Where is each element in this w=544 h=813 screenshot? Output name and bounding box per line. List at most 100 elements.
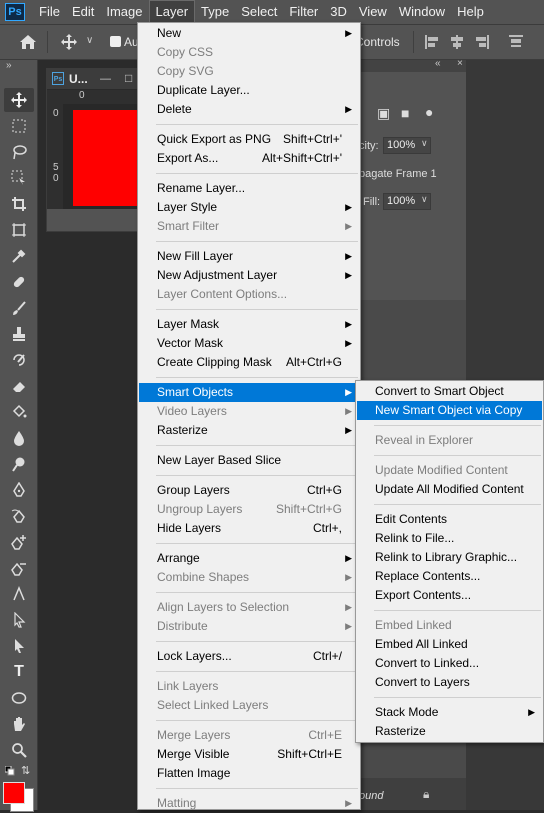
layer-menu-item-hide-layers[interactable]: Hide Layers Ctrl+, xyxy=(139,519,359,538)
path-selection-tool-icon[interactable] xyxy=(8,610,30,630)
layer-menu-item-group-layers[interactable]: Group Layers Ctrl+G xyxy=(139,481,359,500)
home-icon[interactable] xyxy=(19,34,37,50)
dodge-tool-icon[interactable] xyxy=(8,454,30,474)
layer-menu-item-rename-layer[interactable]: Rename Layer... xyxy=(139,179,359,198)
brush-tool-icon[interactable] xyxy=(8,298,30,318)
default-colors-icon[interactable] xyxy=(5,766,15,776)
layer-menu-item-new-layer-based-slice[interactable]: New Layer Based Slice xyxy=(139,451,359,470)
align-right-icon[interactable] xyxy=(474,34,490,50)
smart-objects-item-update-all-modified-content[interactable]: Update All Modified Content xyxy=(357,480,542,499)
clone-stamp-tool-icon[interactable] xyxy=(8,324,30,344)
type-tool-icon[interactable]: T xyxy=(8,662,30,682)
layer-menu-item-rasterize[interactable]: Rasterize ▶ xyxy=(139,421,359,440)
auto-select-checkbox[interactable] xyxy=(110,36,121,47)
lasso-tool-icon[interactable] xyxy=(8,142,30,162)
layer-menu-item-new-adjustment-layer[interactable]: New Adjustment Layer ▶ xyxy=(139,266,359,285)
chevron-down-icon[interactable]: ∨ xyxy=(421,194,428,205)
menu-3d[interactable]: 3D xyxy=(324,0,353,24)
layer-menu-item-vector-mask[interactable]: Vector Mask ▶ xyxy=(139,334,359,353)
menu-select[interactable]: Select xyxy=(235,0,283,24)
menu-item-shortcut: Ctrl+E xyxy=(308,728,342,742)
align-left-icon[interactable] xyxy=(424,34,440,50)
layer-menu-item-smart-objects[interactable]: Smart Objects ▶ xyxy=(139,383,359,402)
layer-filter-icon[interactable]: ▣ xyxy=(377,105,390,122)
layer-menu-item-merge-visible[interactable]: Merge Visible Shift+Ctrl+E xyxy=(139,745,359,764)
delete-anchor-point-tool-icon[interactable] xyxy=(8,558,30,578)
layer-menu-item-new-fill-layer[interactable]: New Fill Layer ▶ xyxy=(139,247,359,266)
paint-bucket-tool-icon[interactable] xyxy=(8,402,30,422)
layer-menu-item-layer-mask[interactable]: Layer Mask ▶ xyxy=(139,315,359,334)
background-layer-row[interactable]: ound 🔒︎ xyxy=(355,778,466,810)
menu-edit[interactable]: Edit xyxy=(66,0,100,24)
hand-tool-icon[interactable] xyxy=(8,714,30,734)
menu-window[interactable]: Window xyxy=(393,0,451,24)
smart-objects-item-rasterize[interactable]: Rasterize xyxy=(357,722,542,741)
smart-objects-item-convert-to-smart-object[interactable]: Convert to Smart Object xyxy=(357,382,542,401)
freeform-pen-tool-icon[interactable] xyxy=(8,506,30,526)
layer-menu-item-arrange[interactable]: Arrange ▶ xyxy=(139,549,359,568)
smart-filter-icon[interactable]: ● xyxy=(425,104,433,120)
layer-menu-item-create-clipping-mask[interactable]: Create Clipping Mask Alt+Ctrl+G xyxy=(139,353,359,372)
smart-objects-item-new-smart-object-via-copy[interactable]: New Smart Object via Copy xyxy=(357,401,542,420)
layer-menu-item-quick-export-as-png[interactable]: Quick Export as PNG Shift+Ctrl+' xyxy=(139,130,359,149)
chevron-down-icon[interactable]: ∨ xyxy=(86,35,93,46)
close-panel-icon[interactable]: × xyxy=(457,58,463,69)
minimize-icon[interactable]: — xyxy=(100,73,111,85)
move-tool-icon[interactable] xyxy=(60,33,78,51)
align-top-icon[interactable] xyxy=(508,34,524,50)
foreground-color-swatch[interactable] xyxy=(3,782,25,804)
align-center-icon[interactable] xyxy=(449,34,465,50)
chevron-down-icon[interactable]: ∨ xyxy=(421,138,428,149)
opacity-field[interactable]: 100% ∨ xyxy=(383,137,431,154)
layer-menu-item-lock-layers[interactable]: Lock Layers... Ctrl+/ xyxy=(139,647,359,666)
crop-tool-icon[interactable] xyxy=(8,194,30,214)
menu-view[interactable]: View xyxy=(353,0,393,24)
add-anchor-point-tool-icon[interactable] xyxy=(8,532,30,552)
expand-panel-icon[interactable]: » xyxy=(6,60,12,71)
layer-menu-item-export-as[interactable]: Export As... Alt+Shift+Ctrl+' xyxy=(139,149,359,168)
menu-separator xyxy=(156,671,358,672)
layer-menu-item-flatten-image[interactable]: Flatten Image xyxy=(139,764,359,783)
history-brush-tool-icon[interactable] xyxy=(8,350,30,370)
menu-layer[interactable]: Layer xyxy=(148,0,196,24)
layer-menu-item-duplicate-layer[interactable]: Duplicate Layer... xyxy=(139,81,359,100)
layer-menu-item-layer-style[interactable]: Layer Style ▶ xyxy=(139,198,359,217)
healing-brush-tool-icon[interactable] xyxy=(8,272,30,292)
smart-objects-item-convert-to-linked[interactable]: Convert to Linked... xyxy=(357,654,542,673)
smart-objects-item-relink-to-library-graphic[interactable]: Relink to Library Graphic... xyxy=(357,548,542,567)
smart-objects-item-stack-mode[interactable]: Stack Mode ▶ xyxy=(357,703,542,722)
lock-filter-icon[interactable]: ■ xyxy=(401,105,409,121)
smart-objects-submenu: Convert to Smart Object New Smart Object … xyxy=(355,380,544,743)
convert-point-tool-icon[interactable] xyxy=(8,584,30,604)
ellipse-tool-icon[interactable] xyxy=(8,688,30,708)
menu-image[interactable]: Image xyxy=(100,0,148,24)
swap-colors-icon[interactable]: ⇅ xyxy=(21,764,30,777)
layer-menu-item-new[interactable]: New ▶ xyxy=(139,24,359,43)
menu-help[interactable]: Help xyxy=(451,0,490,24)
eyedropper-tool-icon[interactable] xyxy=(8,246,30,266)
direct-selection-tool-icon[interactable] xyxy=(8,636,30,656)
restore-icon[interactable]: □ xyxy=(125,71,132,85)
pen-tool-icon[interactable] xyxy=(8,480,30,500)
propagate-frame-label[interactable]: pagate Frame 1 xyxy=(359,168,437,180)
collapse-panel-icon[interactable]: « xyxy=(435,58,441,69)
layer-menu-item-delete[interactable]: Delete ▶ xyxy=(139,100,359,119)
smart-objects-item-convert-to-layers[interactable]: Convert to Layers xyxy=(357,673,542,692)
smart-objects-item-replace-contents[interactable]: Replace Contents... xyxy=(357,567,542,586)
smart-objects-item-export-contents[interactable]: Export Contents... xyxy=(357,586,542,605)
move-tool-icon[interactable] xyxy=(8,90,30,110)
smart-objects-item-embed-all-linked[interactable]: Embed All Linked xyxy=(357,635,542,654)
eraser-tool-icon[interactable] xyxy=(8,376,30,396)
object-selection-tool-icon[interactable] xyxy=(8,168,30,188)
fill-field[interactable]: 100% ∨ xyxy=(383,193,431,210)
smart-objects-item-relink-to-file[interactable]: Relink to File... xyxy=(357,529,542,548)
transform-controls-label[interactable]: Controls xyxy=(355,35,400,49)
menu-type[interactable]: Type xyxy=(195,0,235,24)
menu-file[interactable]: File xyxy=(33,0,66,24)
blur-tool-icon[interactable] xyxy=(8,428,30,448)
marquee-tool-icon[interactable] xyxy=(8,116,30,136)
zoom-tool-icon[interactable] xyxy=(8,740,30,760)
menu-filter[interactable]: Filter xyxy=(283,0,324,24)
frame-tool-icon[interactable] xyxy=(8,220,30,240)
smart-objects-item-edit-contents[interactable]: Edit Contents xyxy=(357,510,542,529)
